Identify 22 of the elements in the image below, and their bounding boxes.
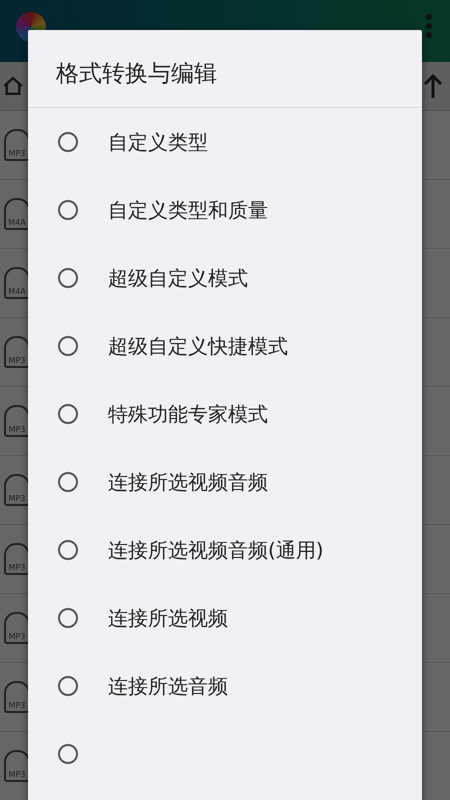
radio-button[interactable]	[58, 404, 78, 424]
radio-button[interactable]	[58, 200, 78, 220]
option-label[interactable]: 连接所选视频音频(通用)	[108, 536, 324, 564]
radio-button[interactable]	[58, 676, 78, 696]
option-label[interactable]: 连接所选音频	[108, 672, 228, 700]
option-label[interactable]: 连接所选视频	[108, 604, 228, 632]
option-label[interactable]: 超级自定义模式	[108, 264, 248, 292]
radio-button[interactable]	[58, 268, 78, 288]
radio-button[interactable]	[58, 744, 78, 764]
option-label[interactable]: 自定义类型	[108, 128, 208, 156]
radio-button[interactable]	[58, 608, 78, 628]
option-label[interactable]: 自定义类型和质量	[108, 196, 268, 224]
option-label[interactable]: 连接所选视频音频	[108, 468, 268, 496]
option-label[interactable]: 特殊功能专家模式	[108, 400, 268, 428]
up-arrow-icon[interactable]	[422, 72, 444, 100]
radio-button[interactable]	[58, 540, 78, 560]
radio-button[interactable]	[58, 472, 78, 492]
dialog-title: 格式转换与编辑	[28, 30, 422, 108]
radio-button[interactable]	[58, 336, 78, 356]
home-icon[interactable]	[2, 75, 24, 97]
option-label[interactable]: 超级自定义快捷模式	[108, 332, 288, 360]
radio-button[interactable]	[58, 132, 78, 152]
